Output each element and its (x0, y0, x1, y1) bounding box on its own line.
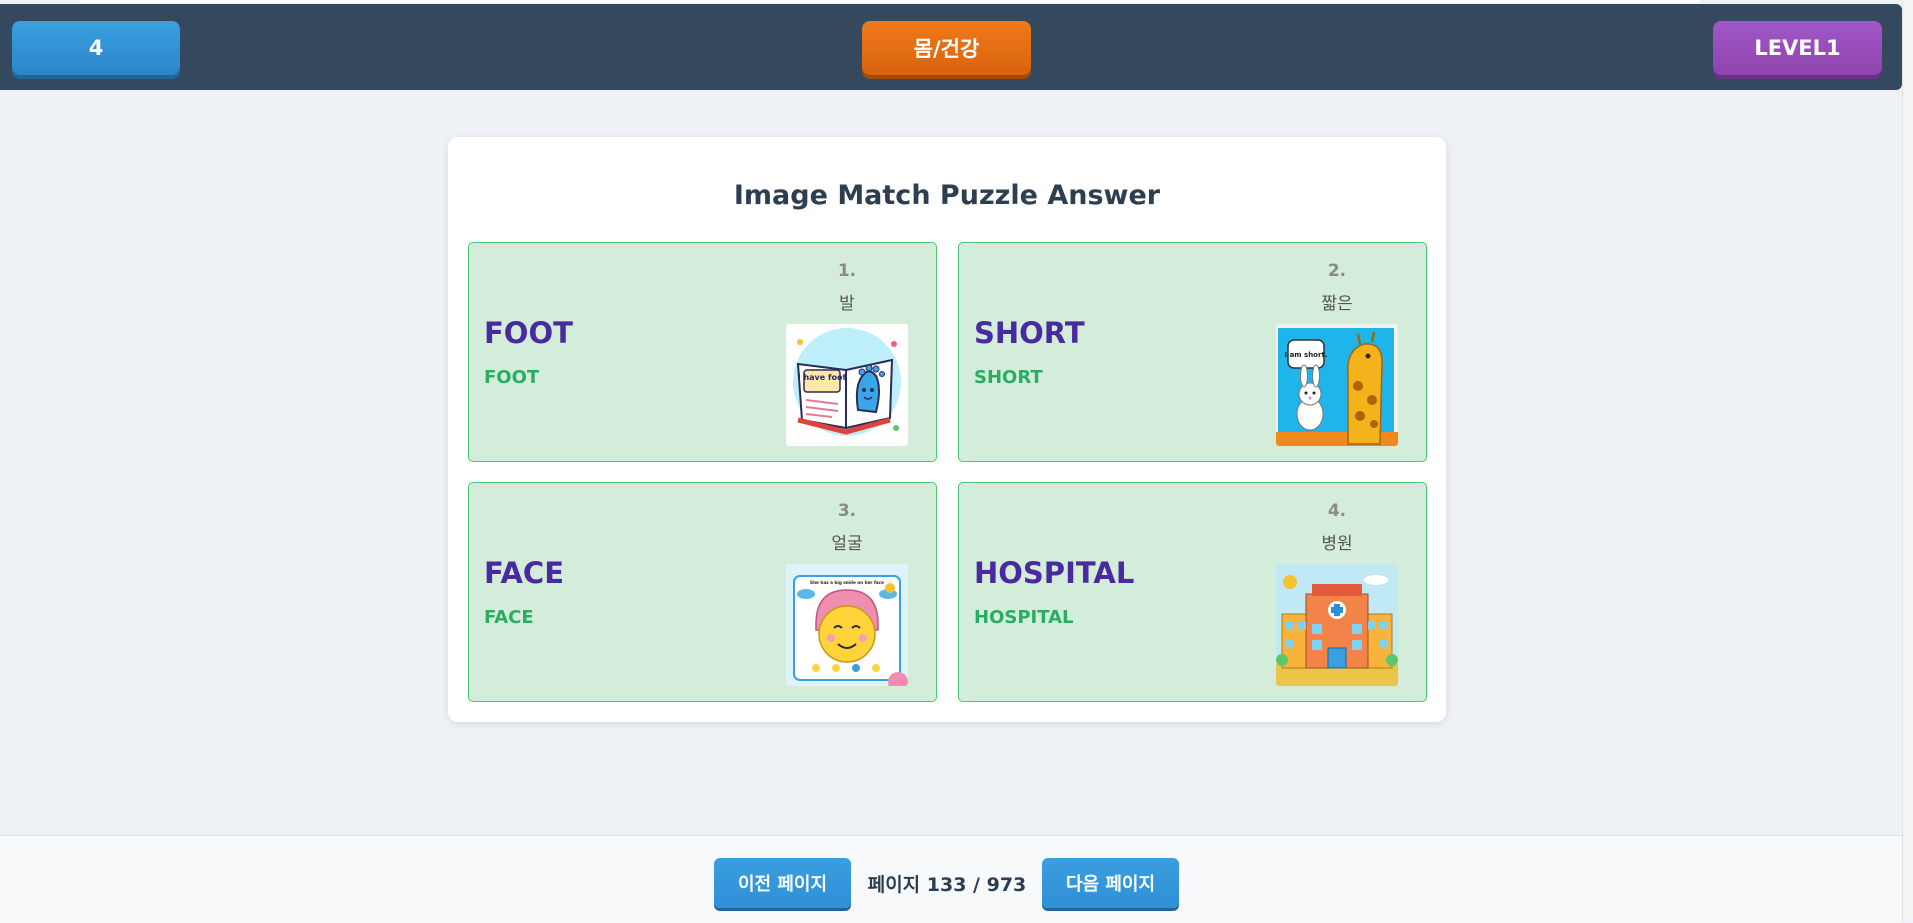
item-word: SHORT (974, 316, 1085, 350)
puzzle-item-short: SHORT SHORT 2. 짧은 I am short. (958, 242, 1427, 462)
next-page-button[interactable]: 다음 페이지 (1042, 858, 1179, 908)
image-text: I have foot (798, 373, 847, 382)
giraffe-rabbit-image: I am short. (1276, 324, 1398, 446)
image-text: I am short. (1285, 351, 1328, 359)
item-word: FACE (484, 556, 565, 590)
item-korean: 짧은 (1321, 294, 1353, 314)
item-korean: 병원 (1321, 534, 1353, 554)
item-answer: SHORT (974, 367, 1043, 388)
count-button[interactable]: 4 (12, 21, 180, 75)
puzzle-title: Image Match Puzzle Answer (733, 180, 1161, 211)
category-button[interactable]: 몸/건강 (862, 21, 1031, 75)
item-answer: FACE (484, 607, 534, 628)
page-indicator: 페이지 133 / 973 (867, 873, 1027, 896)
pagination-bar: 이전 페이지 페이지 133 / 973 다음 페이지 (0, 835, 1902, 923)
previous-page-button[interactable]: 이전 페이지 (714, 858, 851, 908)
browser-top-strip (80, 0, 1700, 3)
item-number: 3. (837, 501, 857, 521)
item-answer: FOOT (484, 367, 540, 388)
scrollbar[interactable] (1902, 0, 1913, 922)
item-korean: 발 (839, 294, 855, 314)
item-answer: HOSPITAL (974, 607, 1074, 628)
image-text: She has a big smile on her face (810, 580, 884, 585)
item-number: 2. (1327, 261, 1347, 281)
hospital-building-image (1276, 564, 1398, 686)
item-word: HOSPITAL (974, 556, 1135, 590)
item-word: FOOT (484, 316, 573, 350)
puzzle-item-hospital: HOSPITAL HOSPITAL 4. 병원 (958, 482, 1427, 702)
foot-book-image: I have foot (786, 324, 908, 446)
item-number: 1. (837, 261, 857, 281)
top-bar: 4 몸/건강 LEVEL1 (0, 4, 1902, 90)
level-button[interactable]: LEVEL1 (1713, 21, 1882, 75)
puzzle-card: Image Match Puzzle Answer FOOT FOOT 1. 발… (448, 137, 1446, 722)
item-korean: 얼굴 (831, 534, 863, 554)
puzzle-item-foot: FOOT FOOT 1. 발 I have foot (468, 242, 937, 462)
puzzle-item-face: FACE FACE 3. 얼굴 She has a big smile on h… (468, 482, 937, 702)
smiling-face-image: She has a big smile on her face (786, 564, 908, 686)
item-number: 4. (1327, 501, 1347, 521)
